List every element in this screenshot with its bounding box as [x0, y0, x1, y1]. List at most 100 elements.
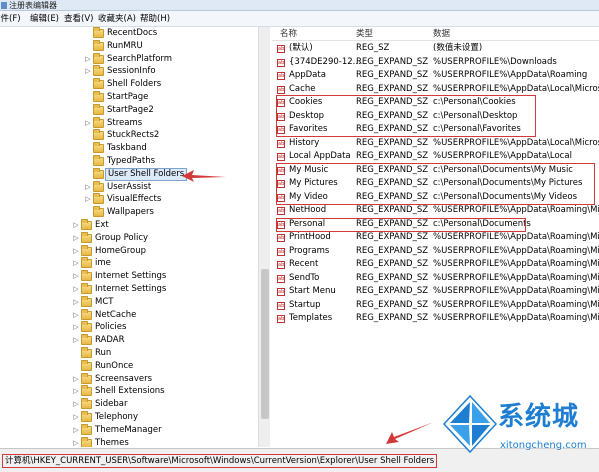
value-row[interactable]: Desktop REG_EXPAND_SZ c:\Personal\Desktop: [272, 110, 599, 124]
expand-arrow-icon[interactable]: ▷: [84, 193, 92, 206]
tree-item[interactable]: ▷ Streams: [0, 116, 258, 130]
expand-arrow-icon[interactable]: ▷: [84, 65, 92, 78]
value-row[interactable]: PrintHood REG_EXPAND_SZ %USERPROFILE%\AppD…: [272, 231, 599, 246]
value-row[interactable]: Local AppData REG_EXPAND_SZ %USERPROFILE%\…: [272, 150, 599, 165]
expand-arrow-icon[interactable]: ▷: [72, 334, 80, 347]
tree-item[interactable]: StartPage2: [0, 103, 258, 117]
column-header-type[interactable]: 类型: [356, 27, 373, 41]
value-row[interactable]: Cache REG_EXPAND_SZ %USERPROFILE%\AppData\…: [272, 83, 599, 97]
value-row[interactable]: (默认) REG_SZ (数值未设置): [272, 42, 599, 57]
value-row[interactable]: NetHood REG_EXPAND_SZ %USERPROFILE%\AppDat…: [272, 204, 599, 219]
tree-item-label: MCT: [95, 296, 114, 307]
tree-item[interactable]: ▷ HomeGroup: [0, 244, 258, 258]
tree-scrollbar[interactable]: [258, 27, 270, 447]
value-row[interactable]: Favorites REG_EXPAND_SZ c:\Personal\Favori…: [272, 123, 599, 138]
value-row[interactable]: Programs REG_EXPAND_SZ %USERPROFILE%\AppDa…: [272, 245, 599, 259]
string-value-icon: [277, 232, 285, 246]
expand-arrow-icon[interactable]: ▷: [84, 53, 92, 66]
tree-item[interactable]: TypedPaths: [0, 155, 258, 168]
menu-edit[interactable]: 编辑(E): [30, 11, 59, 27]
expand-arrow-icon[interactable]: ▷: [72, 385, 80, 398]
title-bar: 注册表编辑器: [0, 0, 599, 11]
column-header-data[interactable]: 数据: [433, 27, 450, 41]
tree-item[interactable]: RecentDocs: [0, 27, 258, 40]
tree-item[interactable]: ▷ ime: [0, 257, 258, 270]
tree-item[interactable]: RunMRU: [0, 39, 258, 53]
tree-item[interactable]: ▷ NetCache: [0, 308, 258, 322]
value-row[interactable]: Templates REG_EXPAND_SZ %USERPROFILE%\AppD…: [272, 312, 599, 327]
tree-item[interactable]: Taskband: [0, 142, 258, 155]
expand-arrow-icon[interactable]: ▷: [72, 296, 80, 309]
expand-arrow-icon[interactable]: ▷: [72, 411, 80, 424]
tree-item[interactable]: ▷ Ext: [0, 219, 258, 232]
tree-item[interactable]: ▷ SearchPlatform: [0, 52, 258, 66]
value-list[interactable]: 名称 类型 数据 (默认) REG_SZ (数值未设置) {374DE290-12..…: [272, 27, 599, 447]
tree-item[interactable]: ▷ Telephony: [0, 411, 258, 424]
expand-arrow-icon[interactable]: ▷: [84, 181, 92, 194]
menu-favorites[interactable]: 收藏夹(A): [98, 11, 136, 27]
value-data: %USERPROFILE%\AppData\Roaming\Micros: [433, 232, 599, 242]
value-name: Cache: [289, 83, 316, 94]
tree-item[interactable]: ▷ Themes: [0, 436, 258, 447]
tree-item[interactable]: ▷ Internet Settings: [0, 270, 258, 283]
column-header-name[interactable]: 名称: [280, 27, 297, 41]
expand-arrow-icon[interactable]: ▷: [72, 321, 80, 334]
expand-arrow-icon[interactable]: ▷: [72, 270, 80, 283]
expand-arrow-icon[interactable]: ▷: [72, 424, 80, 437]
tree-item[interactable]: ▷ RADAR: [0, 334, 258, 347]
tree-item[interactable]: ▷ Group Policy: [0, 231, 258, 245]
expand-arrow-icon[interactable]: ▷: [84, 117, 92, 130]
menu-help[interactable]: 帮助(H): [140, 11, 170, 27]
tree-item[interactable]: Run: [0, 347, 258, 360]
window-title: 注册表编辑器: [9, 1, 57, 10]
tree-item[interactable]: StuckRects2: [0, 129, 258, 142]
value-row[interactable]: Cookies REG_EXPAND_SZ c:\Personal\Cookies: [272, 96, 599, 111]
expand-arrow-icon[interactable]: ▷: [72, 373, 80, 386]
tree-item[interactable]: ▷ Policies: [0, 321, 258, 334]
value-row[interactable]: {374DE290-12...REG_EXPAND_SZ %USERPROFILE…: [272, 56, 599, 70]
tree-item[interactable]: ▷ VisualEffects: [0, 193, 258, 206]
red-arrow-status-icon: [386, 422, 434, 444]
tree-item[interactable]: Wallpapers: [0, 206, 258, 219]
expand-arrow-icon[interactable]: ▷: [72, 219, 80, 232]
menu-file[interactable]: 文件(F): [0, 11, 21, 27]
tree-item[interactable]: ▷ MCT: [0, 295, 258, 309]
expand-arrow-icon[interactable]: ▷: [72, 245, 80, 258]
expand-arrow-icon[interactable]: ▷: [72, 257, 80, 270]
value-row[interactable]: Recent REG_EXPAND_SZ %USERPROFILE%\AppData…: [272, 258, 599, 273]
expand-arrow-icon[interactable]: ▷: [72, 232, 80, 245]
value-row[interactable]: My Music REG_EXPAND_SZ c:\Personal\Documen…: [272, 164, 599, 178]
expand-arrow-icon[interactable]: ▷: [72, 309, 80, 322]
value-row[interactable]: Startup REG_EXPAND_SZ %USERPROFILE%\AppDat…: [272, 299, 599, 313]
value-name: AppData: [289, 70, 326, 80]
expand-arrow-icon[interactable]: ▷: [72, 398, 80, 411]
value-name: History: [289, 137, 320, 148]
value-row[interactable]: History REG_EXPAND_SZ %USERPROFILE%\AppDat…: [272, 137, 599, 151]
tree-item[interactable]: ▷ Internet Settings: [0, 283, 258, 296]
value-type: REG_EXPAND_SZ: [356, 137, 429, 148]
value-type: REG_EXPAND_SZ: [356, 124, 429, 134]
expand-arrow-icon[interactable]: ▷: [72, 283, 80, 296]
value-row[interactable]: SendTo REG_EXPAND_SZ %USERPROFILE%\AppData…: [272, 272, 599, 286]
tree-item[interactable]: ▷ Sidebar: [0, 398, 258, 411]
tree-item[interactable]: ▷ ThemeManager: [0, 423, 258, 437]
expand-arrow-icon[interactable]: ▷: [72, 437, 80, 447]
value-row[interactable]: Start Menu REG_EXPAND_SZ %USERPROFILE%\App…: [272, 285, 599, 300]
tree-item[interactable]: ▷ SessionInfo: [0, 65, 258, 78]
value-row[interactable]: My Video REG_EXPAND_SZ c:\Personal\Documen…: [272, 191, 599, 205]
value-row[interactable]: AppData REG_EXPAND_SZ %USERPROFILE%\AppDat…: [272, 69, 599, 84]
tree-item-label: SessionInfo: [107, 66, 156, 77]
tree-item[interactable]: ▷ Screensavers: [0, 372, 258, 386]
tree-item[interactable]: RunOnce: [0, 359, 258, 373]
value-row[interactable]: My Pictures REG_EXPAND_SZ c:\Personal\Docu…: [272, 177, 599, 192]
key-tree[interactable]: RecentDocs RunMRU ▷ SearchPlatform ▷ SessionI…: [0, 27, 270, 447]
value-row[interactable]: Personal REG_EXPAND_SZ c:\Personal\Documen…: [272, 218, 599, 232]
menu-view[interactable]: 查看(V): [64, 11, 93, 27]
tree-item[interactable]: StartPage: [0, 91, 258, 104]
tree-scrollbar-thumb[interactable]: [261, 269, 269, 419]
tree-item[interactable]: Shell Folders: [0, 78, 258, 91]
tree-item-label: Policies: [95, 322, 127, 333]
value-type: REG_EXPAND_SZ: [356, 97, 429, 107]
value-data: c:\Personal\Documents\My Music: [433, 164, 573, 175]
tree-item[interactable]: ▷ Shell Extensions: [0, 385, 258, 398]
